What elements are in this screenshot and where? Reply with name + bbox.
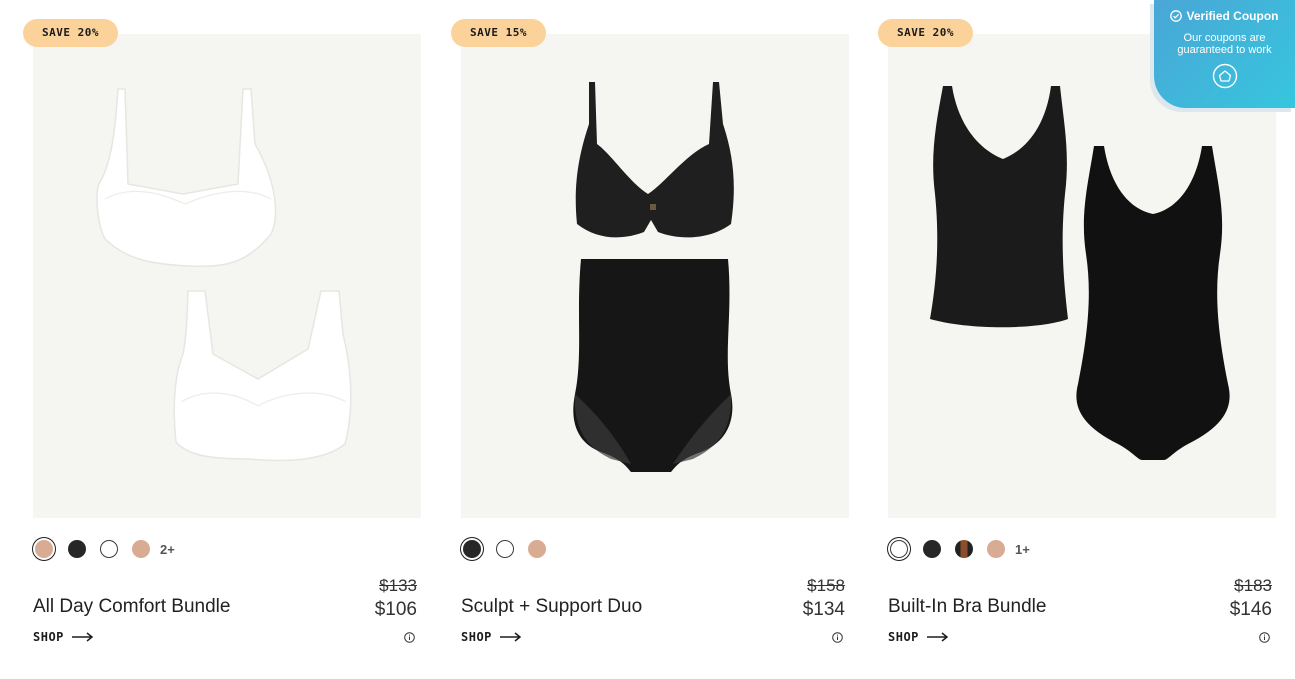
swatch-white[interactable] bbox=[100, 540, 118, 558]
swatch-nude[interactable] bbox=[132, 540, 150, 558]
shop-label: SHOP bbox=[461, 630, 492, 644]
bra-pair-white-illustration bbox=[96, 88, 352, 462]
swatch-nude[interactable] bbox=[528, 540, 546, 558]
sale-price: $134 bbox=[802, 599, 845, 620]
original-price: $158 bbox=[807, 576, 845, 595]
info-icon[interactable] bbox=[404, 632, 415, 643]
original-price: $183 bbox=[1234, 576, 1272, 595]
info-icon[interactable] bbox=[1259, 632, 1270, 643]
more-colors-link[interactable]: 2+ bbox=[160, 542, 175, 557]
swatch-nude[interactable] bbox=[35, 540, 53, 558]
swatch-black[interactable] bbox=[463, 540, 481, 558]
info-icon[interactable] bbox=[832, 632, 843, 643]
product-name[interactable]: All Day Comfort Bundle bbox=[33, 596, 230, 618]
color-swatches: 2+ bbox=[34, 536, 175, 562]
shop-label: SHOP bbox=[33, 630, 64, 644]
sale-price: $106 bbox=[374, 599, 417, 620]
save-badge: SAVE 15% bbox=[451, 19, 546, 47]
more-colors-link[interactable]: 1+ bbox=[1015, 542, 1030, 557]
original-price: $133 bbox=[379, 576, 417, 595]
swatch-white[interactable] bbox=[890, 540, 908, 558]
arrow-right-icon bbox=[499, 632, 522, 642]
home-icon[interactable] bbox=[1212, 63, 1238, 89]
product-name[interactable]: Sculpt + Support Duo bbox=[461, 596, 642, 618]
save-badge: SAVE 20% bbox=[23, 19, 118, 47]
swatch-black[interactable] bbox=[68, 540, 86, 558]
color-swatches bbox=[462, 536, 560, 562]
product-name[interactable]: Built-In Bra Bundle bbox=[888, 596, 1046, 618]
product-card-sculpt-support-duo[interactable]: SAVE 15% $158 Sculpt + Support Duo $134 … bbox=[451, 0, 849, 679]
arrow-right-icon bbox=[926, 632, 949, 642]
coupon-title: Verified Coupon bbox=[1186, 9, 1279, 23]
product-image[interactable] bbox=[461, 34, 849, 518]
check-circle-icon bbox=[1170, 10, 1183, 22]
shop-link[interactable]: SHOP bbox=[33, 630, 94, 644]
coupon-title-row: Verified Coupon bbox=[1154, 9, 1295, 23]
shop-link[interactable]: SHOP bbox=[461, 630, 522, 644]
sale-price: $146 bbox=[1229, 599, 1272, 620]
swatch-nude[interactable] bbox=[987, 540, 1005, 558]
swatch-brown[interactable] bbox=[955, 540, 973, 558]
bra-and-shaper-black-illustration bbox=[573, 82, 734, 472]
shop-link[interactable]: SHOP bbox=[888, 630, 949, 644]
coupon-subtitle: Our coupons are guaranteed to work bbox=[1177, 32, 1272, 56]
swatch-black[interactable] bbox=[923, 540, 941, 558]
shop-label: SHOP bbox=[888, 630, 919, 644]
product-image[interactable] bbox=[33, 34, 421, 518]
arrow-right-icon bbox=[71, 632, 94, 642]
swatch-white[interactable] bbox=[496, 540, 514, 558]
product-card-all-day-comfort-bundle[interactable]: SAVE 20% 2+ $133 All Day Comfort Bundle … bbox=[23, 0, 421, 679]
verified-coupon-widget[interactable]: Verified Coupon Our coupons are guarante… bbox=[1154, 0, 1295, 108]
save-badge: SAVE 20% bbox=[878, 19, 973, 47]
color-swatches: 1+ bbox=[889, 536, 1030, 562]
